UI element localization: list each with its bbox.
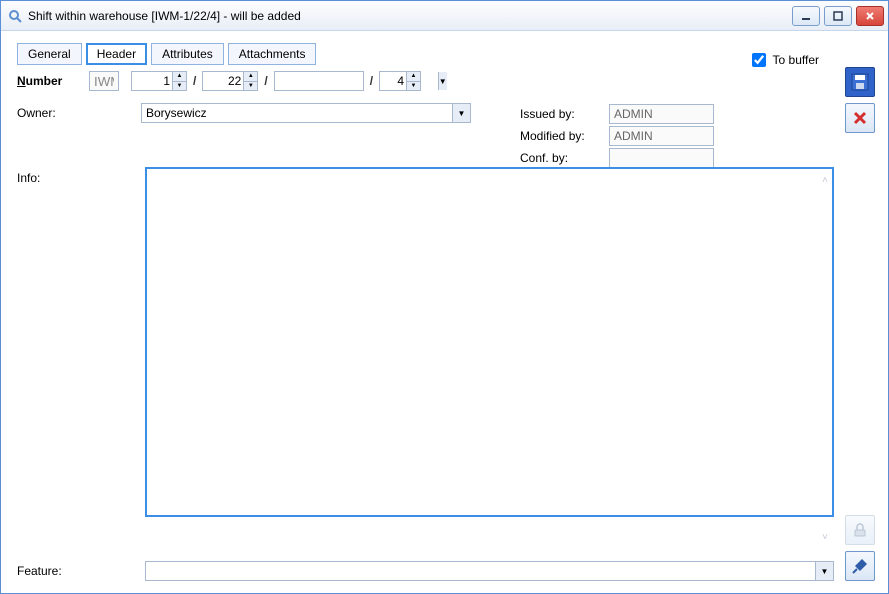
number-code-input [89, 71, 119, 91]
app-icon [7, 8, 23, 24]
feature-row: Feature: ▼ [17, 561, 834, 581]
number-seg2[interactable]: ▲▼ [202, 71, 258, 91]
number-seg1[interactable]: ▲▼ [131, 71, 187, 91]
pin-icon [852, 558, 868, 574]
info-textarea[interactable] [145, 167, 834, 517]
info-textarea-wrap: ˄ ˅ [145, 167, 834, 551]
meta-fields: Issued by: Modified by: Conf. by: [520, 104, 820, 170]
chevron-down-icon[interactable]: ▼ [815, 562, 833, 580]
maximize-button[interactable] [824, 6, 852, 26]
tabstrip: General Header Attributes Attachments [17, 43, 834, 65]
chevron-down-icon[interactable]: ▼ [452, 104, 470, 122]
conf-by-label: Conf. by: [520, 151, 605, 165]
feature-combo[interactable]: ▼ [145, 561, 834, 581]
separator: / [262, 74, 269, 88]
number-seg2-input[interactable] [203, 72, 243, 90]
number-seg3-input[interactable] [275, 72, 438, 90]
owner-label: Owner: [17, 106, 137, 120]
window-root: Shift within warehouse [IWM-1/22/4] - wi… [0, 0, 889, 594]
issued-by-field [609, 104, 714, 124]
tab-attributes[interactable]: Attributes [151, 43, 224, 65]
modified-by-label: Modified by: [520, 129, 605, 143]
to-buffer-input[interactable] [752, 53, 766, 67]
save-button[interactable] [845, 67, 875, 97]
spin-up-icon[interactable]: ▲ [172, 72, 186, 81]
number-row: Number ▲▼ / ▲▼ / ▼ [17, 71, 834, 91]
lock-icon [852, 522, 868, 538]
tab-header[interactable]: Header [86, 43, 147, 65]
to-buffer-label: To buffer [773, 53, 819, 67]
modified-by-field [609, 126, 714, 146]
lock-button [845, 515, 875, 545]
conf-by-field [609, 148, 714, 168]
delete-x-icon [852, 110, 868, 126]
issued-by-label: Issued by: [520, 107, 605, 121]
number-label-rest: umber [26, 74, 63, 88]
number-seg1-input[interactable] [132, 72, 172, 90]
tab-attachments[interactable]: Attachments [228, 43, 317, 65]
window-title: Shift within warehouse [IWM-1/22/4] - wi… [28, 9, 792, 23]
owner-combo[interactable]: ▼ [141, 103, 471, 123]
window-controls [792, 6, 884, 26]
number-seg3-combo[interactable]: ▼ [274, 71, 364, 91]
chevron-down-icon[interactable]: ▼ [438, 72, 447, 90]
spin-up-icon[interactable]: ▲ [243, 72, 257, 81]
header-panel: Number ▲▼ / ▲▼ / ▼ [17, 71, 834, 581]
spin-down-icon[interactable]: ▼ [172, 81, 186, 91]
tab-general[interactable]: General [17, 43, 82, 65]
save-icon [851, 73, 869, 91]
scroll-down-hint: ˅ [822, 532, 828, 543]
minimize-button[interactable] [792, 6, 820, 26]
spin-down-icon[interactable]: ▼ [243, 81, 257, 91]
scroll-up-hint: ˄ [822, 175, 828, 186]
owner-input[interactable] [142, 104, 452, 122]
pin-button[interactable] [845, 551, 875, 581]
to-buffer-checkbox[interactable]: To buffer [748, 50, 819, 70]
close-button[interactable] [856, 6, 884, 26]
delete-button[interactable] [845, 103, 875, 133]
info-label: Info: [17, 167, 137, 551]
content-area: General Header Attributes Attachments To… [1, 31, 888, 593]
titlebar[interactable]: Shift within warehouse [IWM-1/22/4] - wi… [1, 1, 888, 31]
info-area: Info: ˄ ˅ [17, 167, 834, 551]
separator: / [191, 74, 198, 88]
main-panel: General Header Attributes Attachments To… [17, 43, 834, 581]
feature-input[interactable] [146, 562, 815, 580]
feature-label: Feature: [17, 564, 137, 578]
sidebar-toolbar [842, 43, 878, 581]
